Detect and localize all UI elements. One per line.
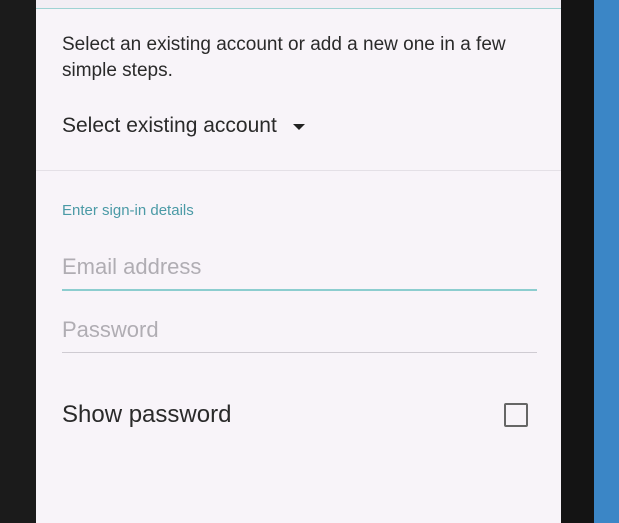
left-bezel — [0, 0, 36, 523]
checkbox-unchecked-icon[interactable] — [504, 403, 528, 427]
add-account-screen: Select an existing account or add a new … — [36, 9, 561, 523]
account-selection-section: Select an existing account or add a new … — [36, 9, 561, 171]
background-strip — [594, 0, 619, 523]
password-field[interactable] — [62, 308, 537, 353]
show-password-row[interactable]: Show password — [62, 395, 528, 435]
signin-heading: Enter sign-in details — [62, 202, 194, 219]
right-bezel — [561, 0, 594, 523]
show-password-label: Show password — [62, 401, 232, 428]
chevron-down-icon — [292, 124, 305, 130]
app-bar-edge — [36, 0, 561, 9]
existing-account-dropdown[interactable]: Select existing account — [62, 109, 305, 143]
intro-text: Select an existing account or add a new … — [62, 34, 506, 81]
existing-account-label: Select existing account — [62, 114, 277, 137]
email-field[interactable] — [62, 245, 537, 291]
device-frame: Select an existing account or add a new … — [0, 0, 619, 523]
